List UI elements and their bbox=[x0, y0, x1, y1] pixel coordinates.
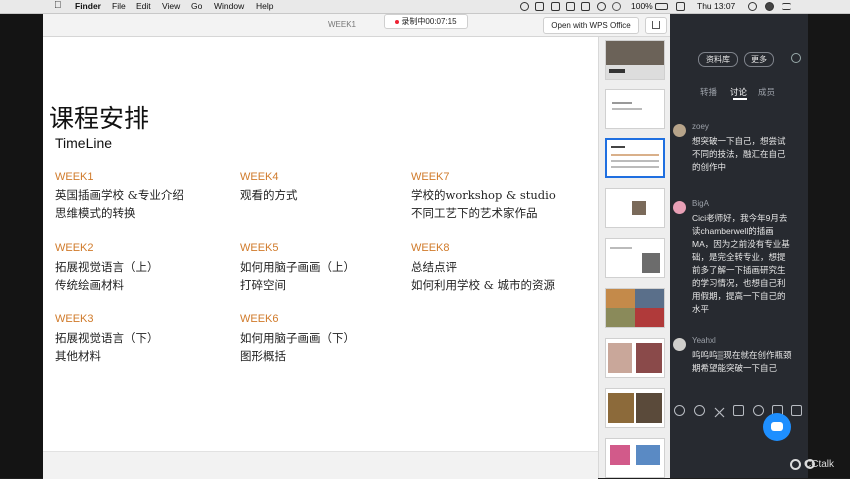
more-button[interactable]: 更多 bbox=[744, 52, 774, 67]
share-icon[interactable] bbox=[645, 17, 667, 34]
apple-menu-icon[interactable]:  bbox=[54, 0, 62, 11]
settings-icon[interactable] bbox=[791, 53, 801, 63]
slide-footer-bar bbox=[43, 451, 598, 479]
clock-icon[interactable] bbox=[753, 405, 764, 416]
avatar[interactable] bbox=[673, 338, 686, 351]
menu-file[interactable]: File bbox=[112, 1, 126, 12]
chat-panel: 资料库 更多 转播 讨论 成员 zoey 想突破一下自己，想尝试不同的技法，融汇… bbox=[670, 14, 808, 478]
record-dot-icon bbox=[395, 19, 400, 24]
chat-username: zoey bbox=[692, 122, 709, 131]
status-icon[interactable] bbox=[597, 2, 606, 11]
menu-help[interactable]: Help bbox=[256, 1, 273, 12]
slide-title: 课程安排 bbox=[49, 104, 150, 133]
avatar[interactable] bbox=[673, 201, 686, 214]
chat-username: BigA bbox=[692, 199, 709, 208]
viewer-titlebar: WEEK1 录制中00:07:15 Open with WPS Office bbox=[43, 14, 670, 37]
week-label: WEEK5 bbox=[240, 242, 279, 254]
week-topic: 如何用脑子画画（上） bbox=[240, 260, 355, 274]
week-topic: 传统绘画材料 bbox=[55, 278, 124, 292]
document-title: WEEK1 bbox=[328, 20, 357, 29]
week-topic: 拓展视觉语言（上） bbox=[55, 260, 159, 274]
week-topic: 其他材料 bbox=[55, 349, 101, 363]
chat-bubble-icon[interactable] bbox=[791, 405, 802, 416]
week-topic: 如何用脑子画画（下） bbox=[240, 331, 355, 345]
week-label: WEEK6 bbox=[240, 313, 279, 325]
flower-icon[interactable] bbox=[674, 405, 685, 416]
menu-window[interactable]: Window bbox=[214, 1, 244, 12]
week-topic: 打碎空间 bbox=[240, 278, 286, 292]
menu-view[interactable]: View bbox=[162, 1, 180, 12]
week-label: WEEK2 bbox=[55, 242, 94, 254]
slide-thumbnail[interactable] bbox=[605, 89, 665, 129]
slide-thumbnail[interactable] bbox=[605, 238, 665, 278]
slide-canvas: 课程安排 TimeLine WEEK1 英国插画学校 &专业介绍 思维模式的转换… bbox=[43, 37, 598, 451]
slide-thumbnail-strip[interactable] bbox=[598, 37, 671, 478]
status-icon[interactable] bbox=[566, 2, 575, 11]
active-tab-indicator bbox=[733, 98, 747, 100]
week-label: WEEK8 bbox=[411, 242, 450, 254]
status-icon[interactable] bbox=[551, 2, 560, 11]
week-topic: 不同工艺下的艺术家作品 bbox=[411, 206, 538, 220]
tab-members[interactable]: 成员 bbox=[758, 86, 775, 98]
menu-app-name[interactable]: Finder bbox=[75, 1, 101, 12]
slide-thumbnail[interactable] bbox=[605, 40, 665, 80]
chat-username: Yeahxl bbox=[692, 336, 716, 345]
status-icon[interactable] bbox=[535, 2, 544, 11]
week-topic: 拓展视觉语言（下） bbox=[55, 331, 159, 345]
week-label: WEEK3 bbox=[55, 313, 94, 325]
emoji-icon[interactable] bbox=[694, 405, 705, 416]
image-icon[interactable] bbox=[733, 405, 744, 416]
wifi-icon[interactable] bbox=[612, 2, 621, 11]
user-icon[interactable] bbox=[765, 2, 774, 11]
week-topic: 思维模式的转换 bbox=[55, 206, 136, 220]
week-topic: 英国插画学校 &专业介绍 bbox=[55, 188, 184, 202]
status-icon[interactable] bbox=[581, 2, 590, 11]
left-dark-margin bbox=[0, 14, 43, 478]
slide-thumbnail[interactable] bbox=[605, 188, 665, 228]
week-topic: 学校的workshop & studio bbox=[411, 188, 556, 202]
clock[interactable]: Thu 13:07 bbox=[697, 1, 735, 12]
battery-percent: 100% bbox=[631, 1, 653, 11]
message-compose-icon[interactable] bbox=[763, 413, 791, 441]
slide-thumbnail[interactable] bbox=[605, 438, 665, 478]
slide-thumbnail[interactable] bbox=[605, 388, 665, 428]
brand-name: CCtalk bbox=[804, 459, 835, 470]
week-label: WEEK4 bbox=[240, 171, 279, 183]
menu-edit[interactable]: Edit bbox=[136, 1, 151, 12]
week-label: WEEK1 bbox=[55, 171, 94, 183]
tab-broadcast[interactable]: 转播 bbox=[700, 86, 717, 98]
open-with-wps-button[interactable]: Open with WPS Office bbox=[543, 17, 639, 34]
search-icon[interactable] bbox=[748, 2, 757, 11]
cctalk-icon bbox=[790, 459, 801, 470]
menubar:  Finder File Edit View Go Window Help 1… bbox=[0, 0, 850, 14]
week-topic: 图形概括 bbox=[240, 349, 286, 363]
recording-indicator[interactable]: 录制中00:07:15 bbox=[384, 14, 468, 29]
week-topic: 总结点评 bbox=[411, 260, 457, 274]
scissors-icon[interactable] bbox=[714, 405, 725, 418]
recording-text: 录制中00:07:15 bbox=[401, 17, 457, 26]
avatar[interactable] bbox=[673, 124, 686, 137]
slide-thumbnail-selected[interactable] bbox=[605, 138, 665, 178]
notification-center-icon[interactable] bbox=[782, 3, 791, 10]
right-dark-margin bbox=[805, 14, 850, 478]
chat-message: 想突破一下自己，想尝试不同的技法，融汇在自己的创作中 bbox=[692, 136, 786, 172]
tab-discussion[interactable]: 讨论 bbox=[730, 86, 747, 98]
chat-message: Cici老师好，我今年9月去读chamberwell的插画MA，因为之前没有专业… bbox=[692, 213, 790, 314]
week-topic: 观看的方式 bbox=[240, 188, 298, 202]
input-method-icon[interactable] bbox=[676, 2, 685, 11]
resource-library-button[interactable]: 资料库 bbox=[698, 52, 738, 67]
battery-icon[interactable] bbox=[655, 3, 668, 10]
status-icon[interactable] bbox=[520, 2, 529, 11]
week-label: WEEK7 bbox=[411, 171, 450, 183]
slide-thumbnail[interactable] bbox=[605, 288, 665, 328]
chat-message: 呜呜呜▒现在就在创作瓶颈期希望能突破一下自己 bbox=[692, 350, 792, 373]
slide-subtitle: TimeLine bbox=[55, 135, 113, 151]
week-topic: 如何利用学校 & 城市的资源 bbox=[411, 278, 556, 292]
menu-go[interactable]: Go bbox=[191, 1, 202, 12]
slide-thumbnail[interactable] bbox=[605, 338, 665, 378]
